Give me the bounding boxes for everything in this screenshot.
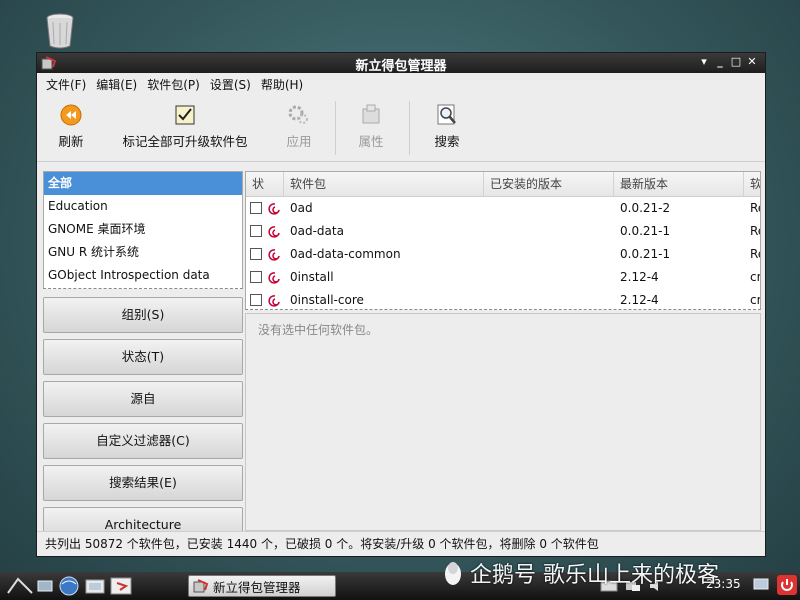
category-item-all[interactable]: 全部 <box>44 172 242 195</box>
package-checkbox[interactable] <box>250 225 262 237</box>
category-list: 全部 Education GNOME 桌面环境 GNU R 统计系统 GObje… <box>43 171 243 289</box>
package-name: 0install-core <box>290 293 364 307</box>
menu-dropdown-icon[interactable]: ▾ <box>697 54 711 70</box>
package-name: 0ad <box>290 201 313 215</box>
left-panel: 全部 Education GNOME 桌面环境 GNU R 统计系统 GObje… <box>43 171 243 543</box>
power-icon[interactable] <box>777 575 797 595</box>
menu-help[interactable]: 帮助(H) <box>256 76 308 93</box>
table-row[interactable]: 0ad-data 0.0.21-1 Re <box>246 220 760 243</box>
category-item[interactable]: GNOME 桌面环境 <box>44 218 242 241</box>
column-header-installed-version[interactable]: 已安装的版本 <box>484 172 614 196</box>
taskbar-launchers <box>6 575 134 597</box>
menu-package[interactable]: 软件包(P) <box>142 76 205 93</box>
maximize-button[interactable]: □ <box>729 54 743 70</box>
latest-version: 0.0.21-2 <box>620 201 671 215</box>
table-row[interactable]: 0ad 0.0.21-2 Re <box>246 197 760 220</box>
debian-swirl-icon <box>268 289 282 309</box>
description-cell: Re <box>750 247 760 261</box>
mark-all-upgrades-button[interactable]: 标记全部可升级软件包 <box>105 95 265 150</box>
table-row[interactable]: 0install-core 2.12-4 cr <box>246 289 760 309</box>
description-cell: cr <box>750 293 760 307</box>
synaptic-task-icon <box>193 579 209 593</box>
menu-bar: 文件(F) 编辑(E) 软件包(P) 设置(S) 帮助(H) <box>37 73 765 95</box>
custom-filter-button[interactable]: 自定义过滤器(C) <box>43 423 243 459</box>
latest-version: 2.12-4 <box>620 270 659 284</box>
column-header-status[interactable]: 状 <box>246 172 284 196</box>
sections-filter-button[interactable]: 组别(S) <box>43 297 243 333</box>
web-browser-icon[interactable] <box>56 575 82 597</box>
description-cell: cr <box>750 270 760 284</box>
start-menu-icon[interactable] <box>6 575 34 597</box>
column-header-description[interactable]: 软 <box>744 172 760 196</box>
file-manager-icon[interactable] <box>82 575 108 597</box>
menu-settings[interactable]: 设置(S) <box>205 76 256 93</box>
minimize-button[interactable]: _ <box>713 54 727 70</box>
apply-gears-icon <box>288 105 308 124</box>
latest-version: 2.12-4 <box>620 293 659 307</box>
properties-icon <box>362 104 380 124</box>
show-desktop-icon[interactable] <box>34 575 56 597</box>
window-title: 新立得包管理器 <box>355 59 447 74</box>
toolbar-separator <box>409 101 410 155</box>
watermark-text: 企鹅号 歌乐山上来的极客 <box>470 563 719 588</box>
status-bar: 共列出 50872 个软件包，已安装 1440 个，已破损 0 个。将安装/升级… <box>37 531 765 556</box>
refresh-button[interactable]: 刷新 <box>37 95 105 150</box>
table-header: 状 软件包 已安装的版本 最新版本 软 <box>246 172 760 197</box>
debian-swirl-icon <box>268 220 282 243</box>
no-selection-text: 没有选中任何软件包。 <box>258 323 379 337</box>
package-name: 0install <box>290 270 334 284</box>
debian-swirl-icon <box>268 243 282 266</box>
table-row[interactable]: 0ad-data-common 0.0.21-1 Re <box>246 243 760 266</box>
properties-button[interactable]: 属性 <box>333 95 409 150</box>
category-item[interactable]: GNU R 统计系统 <box>44 241 242 264</box>
table-row[interactable]: 0install 2.12-4 cr <box>246 266 760 289</box>
toolbar-separator <box>335 101 336 155</box>
mark-upgrades-icon <box>175 105 195 125</box>
taskbar-window-button[interactable]: 新立得包管理器 <box>188 575 336 597</box>
penguin-logo-icon <box>445 562 461 585</box>
toolbar: 刷新 标记全部可升级软件包 应用 属性 搜索 <box>37 95 765 162</box>
package-checkbox[interactable] <box>250 294 262 306</box>
category-item[interactable]: Education <box>44 195 242 218</box>
latest-version: 0.0.21-1 <box>620 247 671 261</box>
status-filter-button[interactable]: 状态(T) <box>43 339 243 375</box>
menu-edit[interactable]: 编辑(E) <box>91 76 142 93</box>
synaptic-launcher-icon[interactable] <box>108 575 134 597</box>
synaptic-window: 新立得包管理器 ▾ _ □ ✕ 文件(F) 编辑(E) 软件包(P) 设置(S)… <box>36 52 766 557</box>
package-name: 0ad-data <box>290 224 344 238</box>
origin-filter-button[interactable]: 源自 <box>43 381 243 417</box>
debian-swirl-icon <box>268 197 282 220</box>
refresh-icon <box>60 104 82 126</box>
screen-icon[interactable] <box>752 576 770 594</box>
watermark: 企鹅号 歌乐山上来的极客 <box>442 557 719 589</box>
search-icon <box>437 104 456 125</box>
column-header-latest-version[interactable]: 最新版本 <box>614 172 744 196</box>
latest-version: 0.0.21-1 <box>620 224 671 238</box>
debian-swirl-icon <box>268 266 282 289</box>
category-item[interactable]: GObject Introspection data <box>44 264 242 287</box>
column-header-package[interactable]: 软件包 <box>284 172 484 196</box>
apply-button[interactable]: 应用 <box>265 95 333 150</box>
package-name: 0ad-data-common <box>290 247 401 261</box>
description-cell: Re <box>750 201 760 215</box>
package-table: 状 软件包 已安装的版本 最新版本 软 0ad 0.0.21-2 Re 0ad-… <box>245 171 761 310</box>
package-checkbox[interactable] <box>250 202 262 214</box>
close-button[interactable]: ✕ <box>745 54 759 70</box>
package-checkbox[interactable] <box>250 271 262 283</box>
trash-desktop-icon[interactable] <box>44 12 76 50</box>
search-button[interactable]: 搜索 <box>409 95 485 150</box>
taskbar-window-label: 新立得包管理器 <box>213 579 301 595</box>
package-details-pane: 没有选中任何软件包。 <box>245 313 761 531</box>
title-bar[interactable]: 新立得包管理器 ▾ _ □ ✕ <box>37 53 765 74</box>
search-results-button[interactable]: 搜索结果(E) <box>43 465 243 501</box>
menu-file[interactable]: 文件(F) <box>41 76 91 93</box>
description-cell: Re <box>750 224 760 238</box>
package-checkbox[interactable] <box>250 248 262 260</box>
